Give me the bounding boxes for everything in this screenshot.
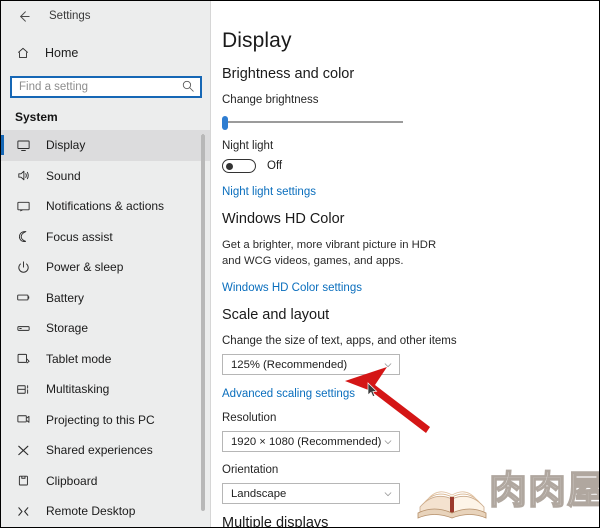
scale-dropdown[interactable]: 125% (Recommended) (222, 354, 400, 376)
sidebar-nav-list: Display Sound Notifications & actions Fo… (1, 130, 211, 527)
power-icon (15, 259, 32, 276)
storage-icon (15, 320, 32, 337)
back-arrow-icon[interactable] (13, 6, 33, 26)
night-light-label: Night light (222, 140, 274, 152)
search-input[interactable] (10, 76, 202, 98)
sidebar-item-shared-experiences[interactable]: Shared experiences (1, 435, 211, 466)
title-bar: Settings (1, 1, 211, 31)
sidebar-item-label: Focus assist (46, 229, 113, 244)
notification-icon (15, 198, 32, 215)
sidebar-item-label: Remote Desktop (46, 504, 136, 519)
sidebar-divider (210, 1, 211, 527)
page-title: Display (222, 29, 292, 52)
sidebar-item-label: Power & sleep (46, 260, 124, 275)
scale-layout-heading: Scale and layout (222, 307, 330, 324)
sidebar-item-label: Storage (46, 321, 89, 336)
sidebar-section-title: System (15, 110, 58, 124)
chevron-down-icon (383, 360, 393, 370)
sidebar-item-sound[interactable]: Sound (1, 161, 211, 192)
advanced-scaling-settings-link[interactable]: Advanced scaling settings (222, 388, 355, 400)
home-label: Home (45, 46, 79, 60)
scale-label: Change the size of text, apps, and other… (222, 335, 457, 348)
sidebar-scrollbar-thumb[interactable] (201, 134, 205, 511)
sidebar-item-label: Clipboard (46, 473, 98, 488)
multitasking-icon (15, 381, 32, 398)
sidebar-item-label: Shared experiences (46, 443, 153, 458)
sidebar-scrollbar[interactable] (201, 134, 205, 511)
hd-color-settings-link[interactable]: Windows HD Color settings (222, 282, 362, 294)
settings-window: Settings Home System (0, 0, 600, 528)
sidebar-item-multitasking[interactable]: Multitasking (1, 374, 211, 405)
sidebar-item-tablet-mode[interactable]: Tablet mode (1, 344, 211, 375)
remote-desktop-icon (15, 503, 32, 520)
sidebar-item-focus-assist[interactable]: Focus assist (1, 222, 211, 253)
sidebar-item-label: Notifications & actions (46, 199, 165, 214)
sidebar-item-home[interactable]: Home (1, 40, 211, 66)
night-light-state: Off (267, 160, 283, 172)
hd-color-heading: Windows HD Color (222, 211, 345, 227)
sidebar-item-label: Projecting to this PC (46, 412, 155, 427)
sidebar-item-remote-desktop[interactable]: Remote Desktop (1, 496, 211, 527)
chevron-down-icon (383, 489, 393, 499)
brightness-section-heading: Brightness and color (222, 66, 355, 82)
brightness-slider-thumb[interactable] (222, 116, 228, 130)
projecting-icon (15, 411, 32, 428)
clipboard-icon (15, 472, 32, 489)
night-light-toggle[interactable] (222, 159, 256, 173)
brightness-slider-track (222, 121, 403, 123)
sidebar: Settings Home System (1, 1, 211, 527)
tablet-icon (15, 350, 32, 367)
battery-icon (15, 289, 32, 306)
night-light-toggle-row: Off (222, 159, 599, 173)
window-title: Settings (49, 10, 91, 22)
night-light-toggle-knob (226, 163, 233, 170)
monitor-icon (15, 137, 32, 154)
resolution-dropdown-value: 1920 × 1080 (Recommended) (231, 435, 382, 448)
sidebar-item-storage[interactable]: Storage (1, 313, 211, 344)
orientation-dropdown-value: Landscape (231, 487, 287, 500)
night-light-settings-link[interactable]: Night light settings (222, 186, 316, 198)
sidebar-item-clipboard[interactable]: Clipboard (1, 466, 211, 497)
home-icon (15, 45, 31, 61)
shared-experiences-icon (15, 442, 32, 459)
sidebar-item-label: Sound (46, 168, 81, 183)
search-container (10, 76, 202, 98)
sidebar-item-display[interactable]: Display (1, 130, 211, 161)
orientation-label: Orientation (222, 464, 279, 477)
sidebar-item-label: Display (46, 138, 86, 153)
resolution-dropdown[interactable]: 1920 × 1080 (Recommended) (222, 431, 400, 453)
multiple-displays-heading: Multiple displays (222, 515, 329, 527)
resolution-label: Resolution (222, 412, 277, 425)
sidebar-item-label: Battery (46, 290, 85, 305)
sidebar-item-battery[interactable]: Battery (1, 283, 211, 314)
content-panel: Display Brightness and color Change brig… (212, 1, 599, 527)
search-icon[interactable] (181, 79, 195, 93)
speaker-icon (15, 167, 32, 184)
orientation-dropdown[interactable]: Landscape (222, 483, 400, 505)
moon-icon (15, 228, 32, 245)
sidebar-item-power-sleep[interactable]: Power & sleep (1, 252, 211, 283)
scale-dropdown-value: 125% (Recommended) (231, 358, 348, 371)
sidebar-item-label: Multitasking (46, 382, 110, 397)
brightness-slider[interactable] (222, 116, 403, 130)
chevron-down-icon (383, 437, 393, 447)
sidebar-item-label: Tablet mode (46, 351, 112, 366)
sidebar-item-notifications[interactable]: Notifications & actions (1, 191, 211, 222)
hd-color-description: Get a brighter, more vibrant picture in … (222, 239, 437, 267)
brightness-slider-label: Change brightness (222, 94, 319, 106)
sidebar-item-projecting[interactable]: Projecting to this PC (1, 405, 211, 436)
